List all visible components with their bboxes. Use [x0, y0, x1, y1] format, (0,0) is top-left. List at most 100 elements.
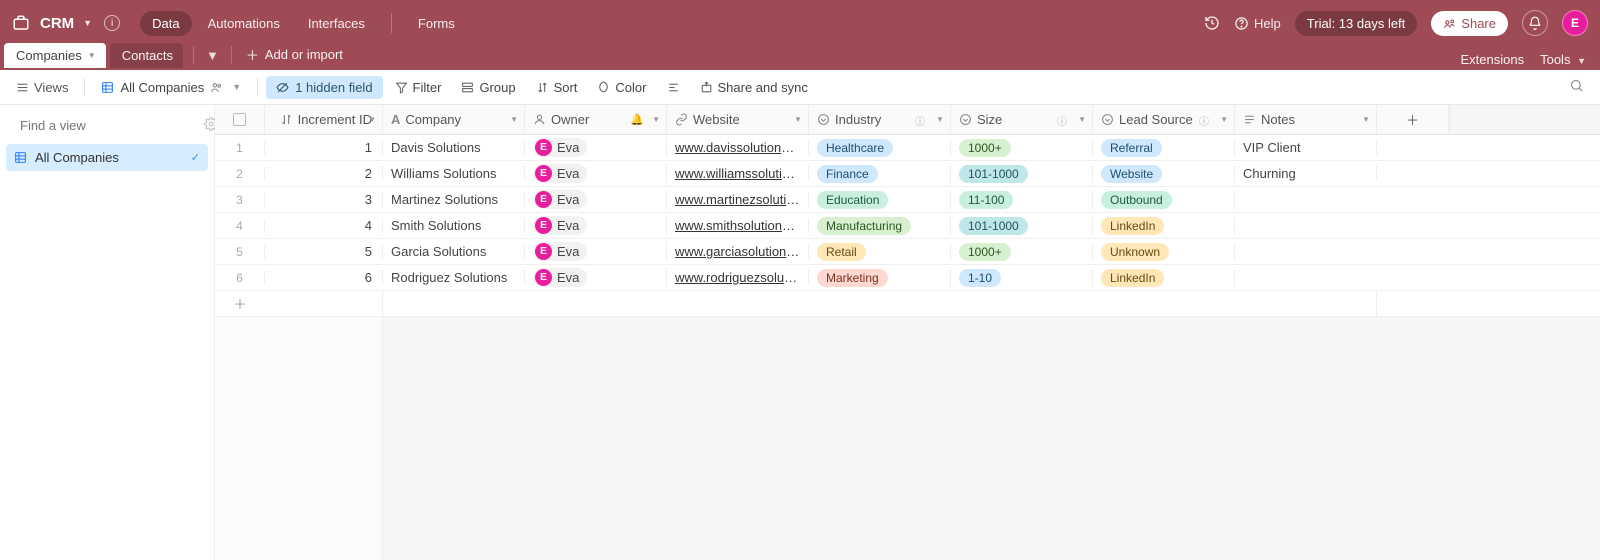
cell-company[interactable]: Smith Solutions — [383, 218, 525, 233]
cell-size[interactable]: 1000+ — [951, 139, 1093, 157]
row-number[interactable]: 3 — [215, 193, 265, 207]
cell-website[interactable]: www.rodriguezsolutions.c... — [667, 270, 809, 285]
sidebar-view-all-companies[interactable]: All Companies ✓ — [6, 144, 208, 171]
cell-notes[interactable]: VIP Client — [1235, 140, 1377, 155]
website-link[interactable]: www.williamssolutions.com — [675, 166, 800, 181]
add-or-import-button[interactable]: ＋ Add or import — [238, 41, 351, 68]
header-lead-source[interactable]: Lead Source ⓘ ▼ — [1093, 105, 1235, 134]
cell-website[interactable]: www.davissolutions.com — [667, 140, 809, 155]
chevron-down-icon[interactable]: ▼ — [368, 115, 376, 124]
cell-owner[interactable]: E Eva — [525, 164, 667, 183]
group-button[interactable]: Group — [453, 76, 523, 99]
info-icon[interactable]: i — [104, 15, 120, 31]
chevron-down-icon[interactable]: ▼ — [232, 82, 241, 92]
header-increment-id[interactable]: Increment ID ▼ — [265, 105, 383, 134]
add-field-button[interactable]: ＋ — [1377, 105, 1449, 134]
chevron-down-icon[interactable]: ▼ — [83, 18, 92, 28]
chevron-down-icon[interactable]: ▼ — [1220, 115, 1228, 124]
cell-company[interactable]: Rodriguez Solutions — [383, 270, 525, 285]
cell-industry[interactable]: Finance — [809, 165, 951, 183]
website-link[interactable]: www.davissolutions.com — [675, 140, 800, 155]
current-view[interactable]: All Companies ▼ — [93, 77, 249, 98]
info-icon[interactable]: ⓘ — [1057, 113, 1070, 126]
notifications-icon[interactable] — [1522, 10, 1548, 36]
cell-size[interactable]: 11-100 — [951, 191, 1093, 209]
cell-industry[interactable]: Marketing — [809, 269, 951, 287]
cell-industry[interactable]: Manufacturing — [809, 217, 951, 235]
cell-company[interactable]: Williams Solutions — [383, 166, 525, 181]
chevron-down-icon[interactable]: ▼ — [652, 115, 660, 124]
share-button[interactable]: Share — [1431, 11, 1508, 36]
cell-lead-source[interactable]: LinkedIn — [1093, 217, 1235, 235]
hidden-fields-button[interactable]: 1 hidden field — [266, 76, 382, 99]
cell-owner[interactable]: E Eva — [525, 268, 667, 287]
cell-lead-source[interactable]: Unknown — [1093, 243, 1235, 261]
header-checkbox[interactable] — [215, 105, 265, 134]
cell-company[interactable]: Martinez Solutions — [383, 192, 525, 207]
nav-automations[interactable]: Automations — [196, 11, 292, 36]
header-size[interactable]: Size ⓘ ▼ — [951, 105, 1093, 134]
info-icon[interactable]: ⓘ — [1199, 113, 1212, 126]
website-link[interactable]: www.martinezsolutions.c... — [675, 192, 800, 207]
row-number[interactable]: 1 — [215, 141, 265, 155]
cell-website[interactable]: www.garciasolutions.com — [667, 244, 809, 259]
header-owner[interactable]: Owner 🔔 ▼ — [525, 105, 667, 134]
table-row[interactable]: 6 6 Rodriguez Solutions E Eva www.rodrig… — [215, 265, 1600, 291]
cell-website[interactable]: www.martinezsolutions.c... — [667, 192, 809, 207]
user-avatar[interactable]: E — [1562, 10, 1588, 36]
tab-companies[interactable]: Companies ▼ — [4, 43, 106, 68]
table-row[interactable]: 5 5 Garcia Solutions E Eva www.garciasol… — [215, 239, 1600, 265]
cell-website[interactable]: www.smithsolutions.com — [667, 218, 809, 233]
cell-owner[interactable]: E Eva — [525, 190, 667, 209]
cell-increment-id[interactable]: 6 — [265, 270, 383, 285]
cell-owner[interactable]: E Eva — [525, 242, 667, 261]
chevron-down-icon[interactable]: ▼ — [936, 115, 944, 124]
table-row[interactable]: 1 1 Davis Solutions E Eva www.davissolut… — [215, 135, 1600, 161]
row-number[interactable]: 2 — [215, 167, 265, 181]
trial-pill[interactable]: Trial: 13 days left — [1295, 11, 1418, 36]
tab-contacts[interactable]: Contacts — [110, 43, 183, 68]
chevron-down-icon[interactable]: ▼ — [1362, 115, 1370, 124]
cell-notes[interactable]: Churning — [1235, 166, 1377, 181]
cell-owner[interactable]: E Eva — [525, 138, 667, 157]
nav-data[interactable]: Data — [140, 11, 191, 36]
cell-size[interactable]: 101-1000 — [951, 217, 1093, 235]
sort-button[interactable]: Sort — [528, 76, 586, 99]
add-row[interactable]: ＋ — [215, 291, 1600, 317]
website-link[interactable]: www.garciasolutions.com — [675, 244, 800, 259]
extensions-button[interactable]: Extensions — [1461, 52, 1525, 67]
cell-website[interactable]: www.williamssolutions.com — [667, 166, 809, 181]
cell-lead-source[interactable]: Website — [1093, 165, 1235, 183]
cell-lead-source[interactable]: Referral — [1093, 139, 1235, 157]
nav-interfaces[interactable]: Interfaces — [296, 11, 377, 36]
row-number[interactable]: 5 — [215, 245, 265, 259]
chevron-down-icon[interactable]: ▼ — [794, 115, 802, 124]
views-toggle[interactable]: Views — [8, 76, 76, 99]
header-company[interactable]: A Company ▼ — [383, 105, 525, 134]
search-button[interactable] — [1561, 74, 1592, 100]
cell-lead-source[interactable]: LinkedIn — [1093, 269, 1235, 287]
cell-increment-id[interactable]: 3 — [265, 192, 383, 207]
find-view-input[interactable] — [20, 118, 196, 133]
cell-company[interactable]: Garcia Solutions — [383, 244, 525, 259]
cell-increment-id[interactable]: 4 — [265, 218, 383, 233]
cell-increment-id[interactable]: 2 — [265, 166, 383, 181]
cell-industry[interactable]: Healthcare — [809, 139, 951, 157]
cell-owner[interactable]: E Eva — [525, 216, 667, 235]
color-button[interactable]: Color — [589, 76, 654, 99]
header-website[interactable]: Website ▼ — [667, 105, 809, 134]
cell-company[interactable]: Davis Solutions — [383, 140, 525, 155]
info-icon[interactable]: ⓘ — [915, 113, 928, 126]
table-row[interactable]: 2 2 Williams Solutions E Eva www.william… — [215, 161, 1600, 187]
website-link[interactable]: www.smithsolutions.com — [675, 218, 800, 233]
share-sync-button[interactable]: Share and sync — [692, 76, 816, 99]
help-button[interactable]: Help — [1234, 16, 1281, 31]
chevron-down-icon[interactable]: ▼ — [1078, 115, 1086, 124]
base-name[interactable]: CRM — [40, 15, 74, 32]
cell-increment-id[interactable]: 1 — [265, 140, 383, 155]
tools-button[interactable]: Tools ▼ — [1540, 52, 1586, 67]
cell-industry[interactable]: Education — [809, 191, 951, 209]
table-row[interactable]: 4 4 Smith Solutions E Eva www.smithsolut… — [215, 213, 1600, 239]
row-number[interactable]: 6 — [215, 271, 265, 285]
cell-size[interactable]: 1000+ — [951, 243, 1093, 261]
